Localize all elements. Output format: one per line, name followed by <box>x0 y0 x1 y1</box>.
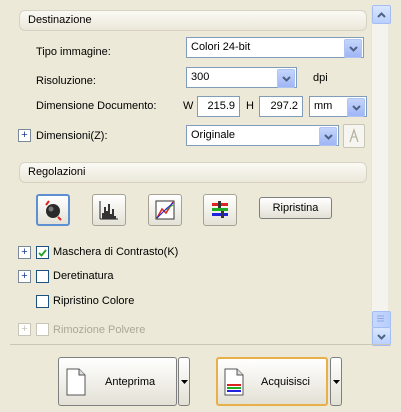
tone-curve-button[interactable] <box>148 194 182 226</box>
tipo-immagine-select[interactable]: Colori 24-bit <box>186 37 364 58</box>
maschera-expand-icon[interactable]: + <box>18 246 31 259</box>
width-label: W <box>183 100 194 112</box>
histogram-button[interactable] <box>92 194 126 226</box>
risoluzione-value: 300 <box>191 71 210 83</box>
color-adjust-icon <box>212 201 228 218</box>
acquisisci-label: Acquisisci <box>261 375 310 388</box>
scroll-thumb[interactable] <box>372 311 391 328</box>
acquisisci-button[interactable]: Acquisisci <box>216 357 328 406</box>
rimozione-expand-icon: + <box>18 323 31 336</box>
dimensioni-label: Dimensioni(Z): <box>36 130 108 142</box>
unit-select[interactable]: mm <box>309 96 367 117</box>
chevron-down-icon[interactable] <box>344 39 362 58</box>
color-adjust-button[interactable] <box>203 194 237 226</box>
ripristina-label: Ripristina <box>272 202 319 214</box>
height-label: H <box>246 100 254 112</box>
anteprima-label: Anteprima <box>105 375 156 388</box>
scroll-up-icon[interactable] <box>372 5 391 24</box>
ripristina-button[interactable]: Ripristina <box>259 197 332 219</box>
dpi-unit: dpi <box>313 72 328 84</box>
tone-curve-icon <box>155 200 175 220</box>
chevron-down-icon <box>180 379 188 384</box>
chevron-down-icon[interactable] <box>319 127 337 146</box>
risoluzione-select[interactable]: 300 <box>186 67 297 88</box>
vertical-scrollbar[interactable] <box>371 5 391 346</box>
rimozione-polvere-checkbox <box>36 323 49 336</box>
tipo-immagine-label: Tipo immagine: <box>36 46 111 58</box>
ripristino-colore-checkbox[interactable] <box>36 295 49 308</box>
anteprima-dropdown[interactable] <box>178 357 190 406</box>
deretinatura-checkbox[interactable] <box>36 270 49 283</box>
scan-document-icon <box>224 368 244 395</box>
chevron-down-icon[interactable] <box>347 98 365 117</box>
regolazioni-title: Regolazioni <box>28 166 86 178</box>
auto-exposure-icon <box>45 200 62 221</box>
rimozione-polvere-label: Rimozione Polvere <box>53 324 146 336</box>
regolazioni-header: Regolazioni <box>19 162 367 183</box>
histogram-icon <box>99 201 118 220</box>
anteprima-button[interactable]: Anteprima <box>58 357 177 406</box>
dimensioni-select[interactable]: Originale <box>186 125 339 146</box>
chevron-down-icon[interactable] <box>277 69 295 88</box>
deretinatura-label: Deretinatura <box>53 270 114 282</box>
tipo-immagine-value: Colori 24-bit <box>191 41 251 53</box>
risoluzione-label: Risoluzione: <box>36 75 96 87</box>
ripristino-colore-label: Ripristino Colore <box>53 295 135 307</box>
height-input[interactable]: 297.2 <box>259 96 303 117</box>
document-icon <box>66 368 86 395</box>
destinazione-header: Destinazione <box>19 10 367 31</box>
maschera-checkbox[interactable] <box>36 246 49 259</box>
maschera-label: Maschera di Contrasto(K) <box>53 246 179 258</box>
destinazione-title: Destinazione <box>28 14 92 26</box>
chevron-down-icon <box>332 379 340 384</box>
panel-bottom-border <box>10 344 391 345</box>
deretinatura-expand-icon[interactable]: + <box>18 270 31 283</box>
lock-aspect-icon[interactable] <box>343 124 365 148</box>
dimensioni-value: Originale <box>191 129 236 141</box>
checkmark-icon <box>38 248 47 257</box>
auto-exposure-button[interactable] <box>36 194 70 226</box>
acquisisci-dropdown[interactable] <box>330 357 342 406</box>
dimensioni-expand-icon[interactable]: + <box>18 129 31 142</box>
width-input[interactable]: 215.9 <box>197 96 240 117</box>
unit-value: mm <box>314 100 333 112</box>
dimensione-documento-label: Dimensione Documento: <box>36 100 157 112</box>
